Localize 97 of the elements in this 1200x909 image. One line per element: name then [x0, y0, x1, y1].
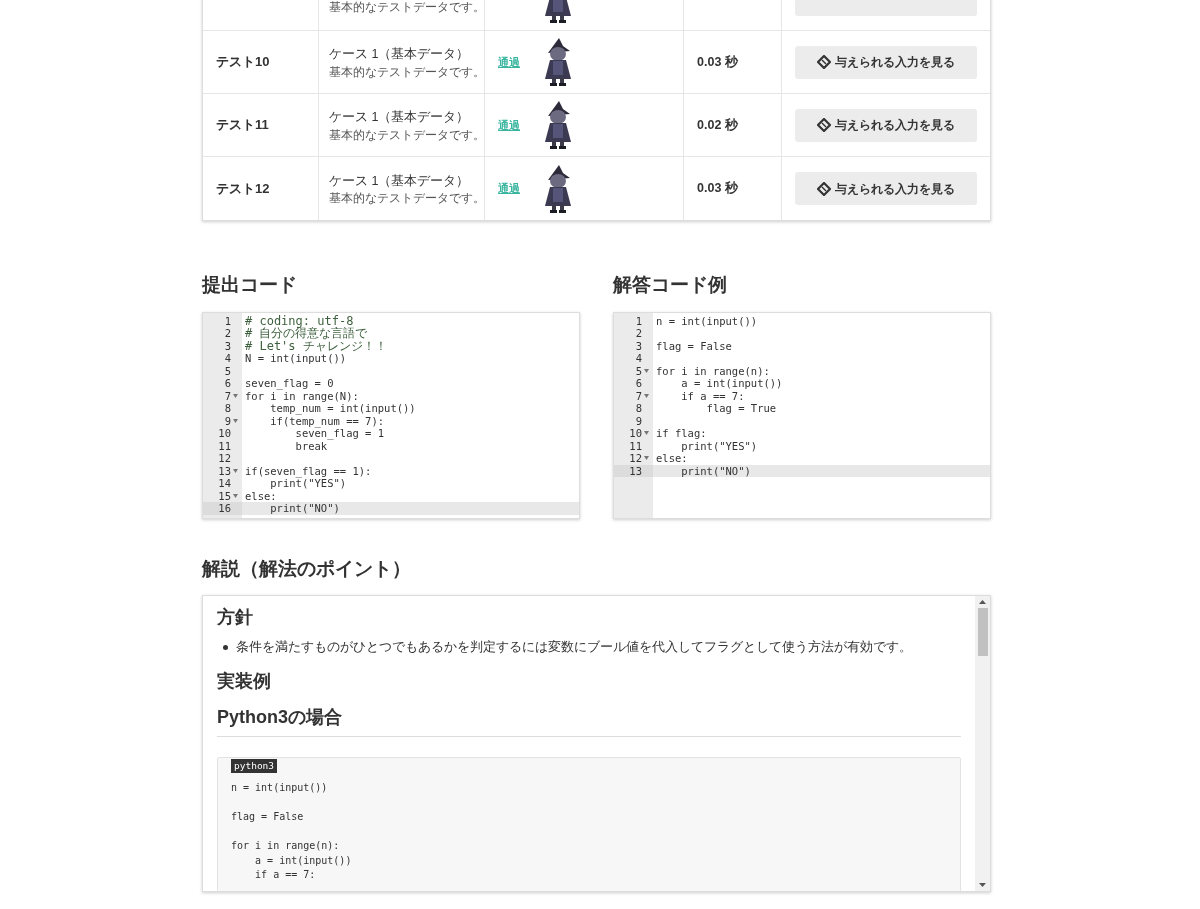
- code-line: if(temp_num == 7):: [269, 414, 385, 427]
- line-number: 2: [224, 327, 231, 340]
- line-number: 9: [635, 414, 642, 427]
- line-number: 11: [629, 439, 642, 452]
- code-line: else:: [656, 452, 688, 464]
- line-number: 6: [224, 377, 231, 390]
- code-line: a = int(input()): [254, 854, 352, 866]
- content-heading: 方針: [217, 606, 254, 628]
- line-number: 9: [224, 414, 231, 427]
- line-number: 2: [635, 327, 642, 340]
- scrollbar[interactable]: [975, 596, 990, 891]
- line-number: 8: [224, 402, 231, 415]
- line-number: 1: [224, 314, 231, 327]
- code-line: for i in range(N):: [245, 389, 359, 402]
- code-line: print("NO"): [269, 502, 340, 514]
- case-description: 基本的なテストデータです。: [329, 0, 484, 14]
- code-line: seven_flag = 1: [295, 427, 385, 439]
- code-line: flag = False: [656, 339, 732, 352]
- code-line: n = int(input()): [656, 314, 758, 327]
- content-heading: Python3の場合: [217, 706, 961, 737]
- code-line: seven_flag = 0: [245, 377, 334, 389]
- view-input-button[interactable]: 与えられる入力を見る: [795, 45, 977, 79]
- line-number: 11: [218, 439, 231, 452]
- line-number: 16: [218, 502, 231, 515]
- line-number: 13: [629, 464, 642, 477]
- fold-caret-icon[interactable]: [233, 493, 238, 498]
- code-line: for i in range(n):: [231, 840, 340, 852]
- case-description: 基本的なテストデータです。: [329, 64, 484, 79]
- test-name: テスト11: [216, 116, 269, 135]
- line-number: 4: [224, 352, 231, 365]
- bullet-icon: [223, 644, 228, 650]
- ticket-icon: [817, 181, 831, 196]
- fold-caret-icon[interactable]: [644, 368, 649, 373]
- ticket-icon: [817, 118, 831, 132]
- case-description: 基本的なテストデータです。: [329, 191, 484, 206]
- code-line: # 自分の得意な言語で: [245, 326, 368, 340]
- code-line: # coding: utf-8: [245, 313, 354, 328]
- line-number: 5: [224, 364, 231, 377]
- execution-time: 0.03 秒: [697, 180, 738, 198]
- code-line: temp_num = int(input()): [269, 402, 416, 414]
- code-editor[interactable]: [202, 311, 580, 519]
- view-input-button[interactable]: 与えられる入力を見る: [795, 108, 977, 142]
- line-number: 15: [218, 489, 231, 502]
- code-editor[interactable]: 1 2 3 4 5 6 7 8 9 10 11 12 13 n = int(input()) flag = False for i in range(n): a = int(input()) if a == 7: flag = True if flag: print("YES") else: print("NO"): [613, 311, 991, 519]
- section-heading: 解答コード例: [613, 273, 728, 297]
- case-title: ケース 1（基本データ）: [329, 172, 471, 190]
- fold-caret-icon[interactable]: [233, 393, 238, 398]
- code-line: print("YES"): [680, 439, 758, 452]
- line-number: 10: [218, 427, 231, 440]
- line-number: 6: [635, 377, 642, 390]
- code-line: a = int(input()): [680, 377, 783, 389]
- bullet-text: 条件を満たすものがひとつでもあるかを判定するには変数にブール値を代入してフラグとして使う方法が有効です。: [236, 639, 912, 656]
- ticket-icon: [817, 55, 831, 69]
- code-line: flag = True: [705, 402, 777, 414]
- case-description: 基本的なテストデータです。: [329, 127, 484, 142]
- section-heading: 提出コード: [202, 273, 298, 297]
- code-line: print("YES"): [270, 477, 347, 489]
- code-line: if a == 7:: [680, 389, 745, 402]
- code-line: if a == 7:: [254, 869, 316, 881]
- code-line: N = int(input()): [245, 352, 347, 364]
- content-heading: 実装例: [217, 670, 272, 692]
- line-number: 4: [635, 352, 642, 365]
- line-number: 7: [635, 389, 642, 402]
- fold-caret-icon[interactable]: [233, 418, 238, 423]
- code-line: break: [294, 439, 328, 452]
- fold-caret-icon[interactable]: [644, 431, 649, 436]
- scroll-thumb[interactable]: [977, 608, 988, 656]
- code-line: if flag:: [656, 427, 707, 439]
- execution-time: 0.02 秒: [697, 116, 738, 134]
- test-name: テスト12: [216, 179, 270, 198]
- case-title: ケース 1（基本データ）: [329, 46, 471, 64]
- line-number: 13: [218, 464, 231, 477]
- line-number: 1: [635, 314, 642, 327]
- code-line: n = int(input()): [231, 782, 328, 794]
- language-label: python3: [231, 759, 278, 774]
- code-line: if(seven_flag == 1):: [245, 464, 372, 477]
- line-number: 12: [218, 452, 231, 465]
- test-name: テスト10: [216, 53, 270, 72]
- fold-caret-icon[interactable]: [233, 468, 238, 473]
- line-number: 3: [224, 339, 231, 352]
- line-number: 10: [629, 427, 642, 440]
- fold-caret-icon[interactable]: [644, 456, 649, 461]
- line-number: 14: [218, 477, 231, 490]
- view-input-button[interactable]: 与えられる入力を見る: [795, 172, 977, 205]
- line-number: 3: [635, 339, 642, 352]
- code-line: flag = False: [231, 811, 304, 823]
- line-number: 5: [635, 364, 642, 377]
- code-line: for i in range(n):: [656, 364, 770, 377]
- case-title: ケース 1（基本データ）: [329, 109, 471, 127]
- code-line: print("NO"): [680, 464, 751, 477]
- code-line: else:: [245, 489, 277, 502]
- line-number: 8: [635, 402, 642, 415]
- line-number: 12: [629, 452, 642, 465]
- fold-caret-icon[interactable]: [644, 393, 649, 398]
- execution-time: 0.03 秒: [697, 53, 738, 71]
- section-heading: 解説（解法のポイント）: [202, 556, 412, 581]
- line-number: 7: [224, 389, 231, 402]
